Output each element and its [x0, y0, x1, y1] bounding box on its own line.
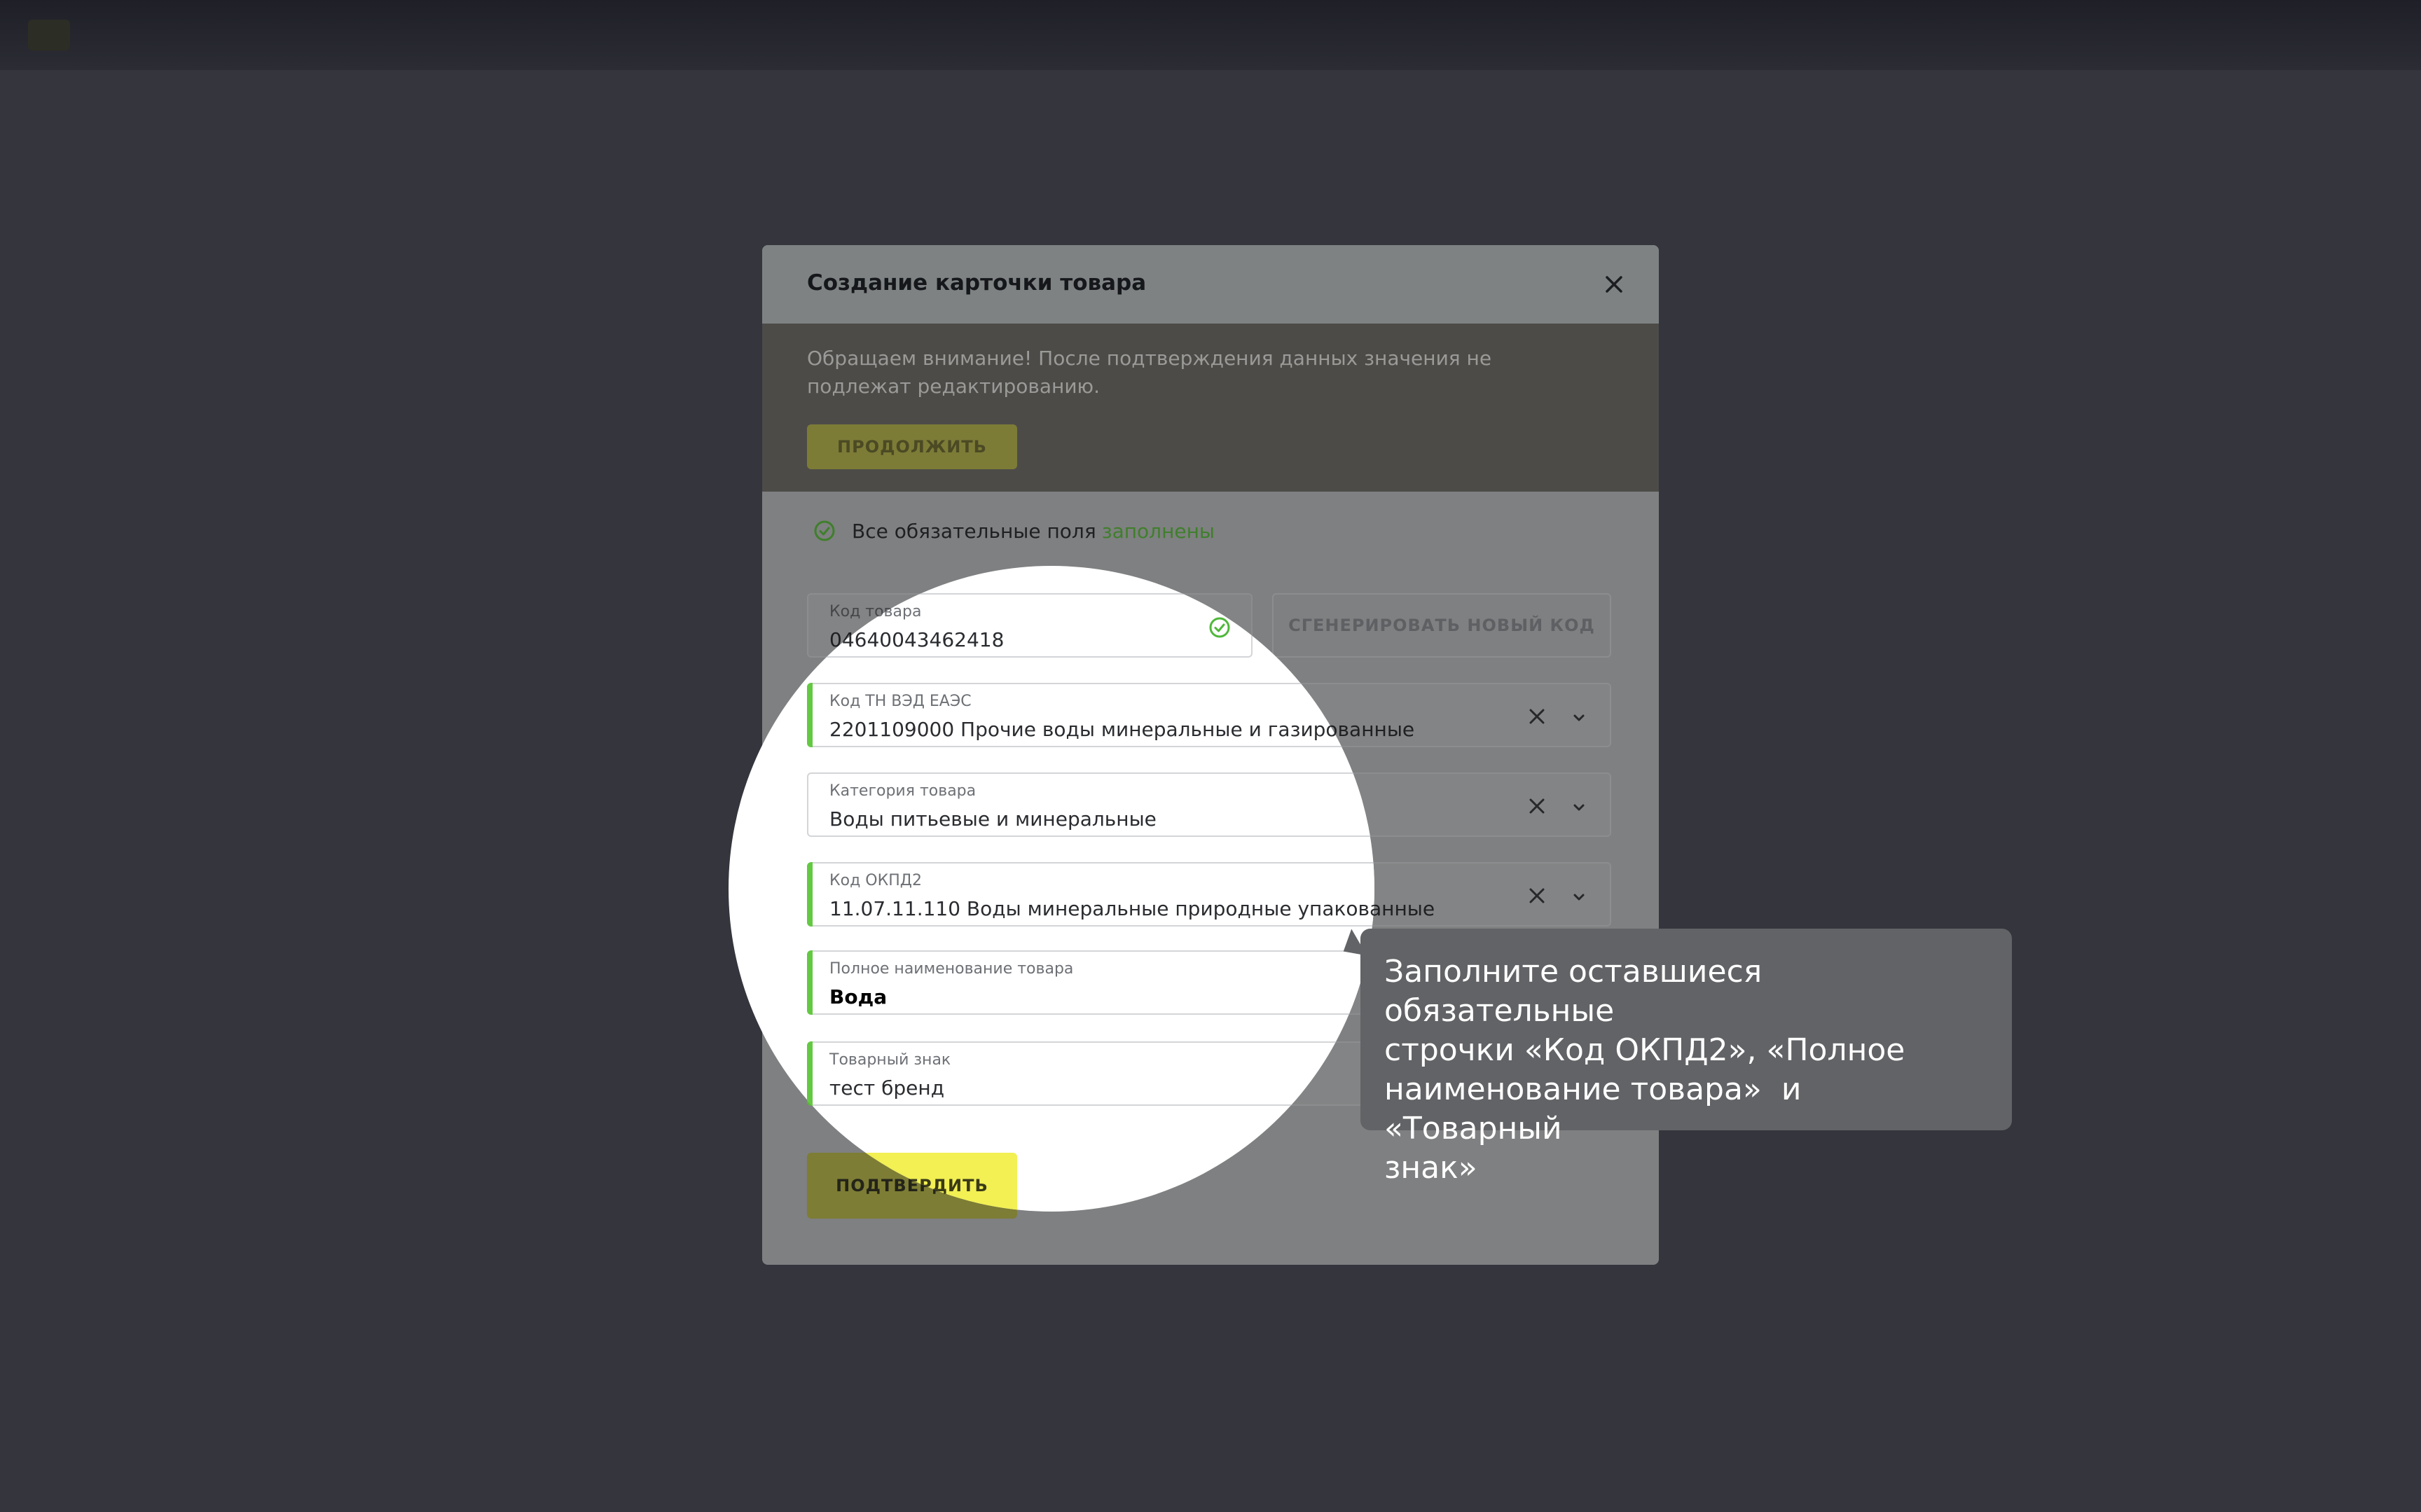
chevron-down-icon[interactable]: [1569, 798, 1589, 817]
field-value: тест бренд: [829, 1076, 945, 1100]
status-highlight: заполнены: [1101, 519, 1215, 543]
field-value: 04640043462418: [829, 628, 1005, 651]
confirm-button[interactable]: ПОДТВЕРДИТЬ: [807, 1153, 1017, 1212]
tnved-code-field[interactable]: Код ТН ВЭД ЕАЭС 2201109000 Прочие воды м…: [807, 683, 1374, 747]
required-fields-status: Все обязательные поля заполнены: [807, 517, 1215, 545]
field-value: 2201109000 Прочие воды минеральные и газ…: [829, 718, 1374, 741]
status-text: Все обязательные поля: [852, 519, 1096, 543]
continue-button[interactable]: ПРОДОЛЖИТЬ: [807, 424, 1017, 469]
chevron-down-icon[interactable]: [1569, 887, 1589, 907]
product-category-field[interactable]: Категория товара Воды питьевые и минерал…: [807, 772, 1374, 837]
onboarding-tooltip: Заполните оставшиеся обязательные строчк…: [1360, 929, 2012, 1186]
notice-banner: Обращаем внимание! После подтверждения д…: [762, 324, 1659, 492]
chevron-down-icon[interactable]: [1569, 708, 1589, 728]
clear-icon[interactable]: [1526, 795, 1548, 817]
trademark-field[interactable]: Товарный знак тест бренд: [807, 1041, 1374, 1106]
field-label: Код ОКПД2: [829, 872, 922, 889]
clear-icon[interactable]: [1526, 885, 1548, 907]
check-circle-icon: [1209, 617, 1230, 638]
top-navigation-bar: [0, 0, 2421, 70]
field-value: 11.07.11.110 Воды минеральные природные …: [829, 897, 1374, 920]
check-circle-icon: [814, 520, 835, 541]
field-label: Код ТН ВЭД ЕАЭС: [829, 693, 972, 710]
product-code-field[interactable]: Код товара 04640043462418: [807, 593, 1253, 658]
okpd2-code-field[interactable]: Код ОКПД2 11.07.11.110 Воды минеральные …: [807, 862, 1374, 927]
field-label: Полное наименование товара: [829, 960, 1074, 978]
full-product-name-field[interactable]: Полное наименование товара Вода: [807, 950, 1374, 1015]
spotlight-highlight: Код товара 04640043462418 Код ТН ВЭД ЕАЭ…: [729, 566, 1374, 1212]
field-label: Товарный знак: [829, 1051, 951, 1069]
field-label: Код товара: [829, 603, 922, 620]
clear-icon[interactable]: [1526, 705, 1548, 728]
close-icon[interactable]: [1600, 270, 1628, 298]
field-label: Категория товара: [829, 782, 977, 800]
modal-header: Создание карточки товара: [762, 245, 1659, 324]
field-value: Вода: [829, 985, 888, 1008]
app-logo: [28, 20, 70, 50]
tooltip-text: Заполните оставшиеся обязательные строчк…: [1384, 954, 1905, 1186]
notice-text: Обращаем внимание! После подтверждения д…: [807, 347, 1492, 398]
modal-title: Создание карточки товара: [807, 270, 1147, 296]
field-value: Воды питьевые и минеральные: [829, 807, 1157, 831]
